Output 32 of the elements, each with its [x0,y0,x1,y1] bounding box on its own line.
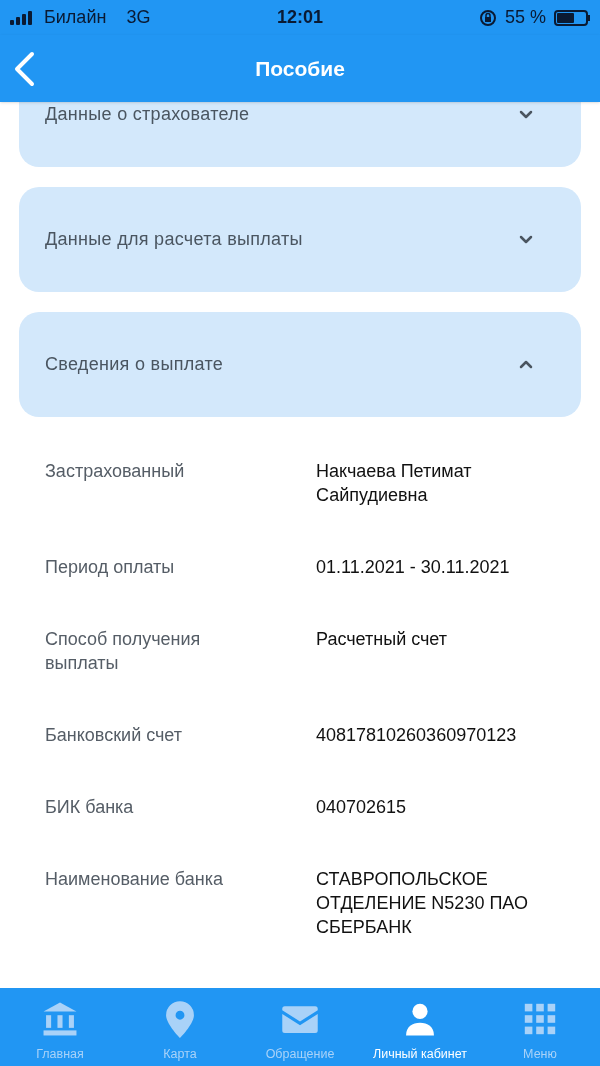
field-label: Застрахованный [45,460,186,483]
field-value: Накчаева Петимат Сайпудиевна [316,460,473,507]
field-value: 40817810260360970123 [316,724,518,747]
back-button[interactable] [12,51,36,87]
chevron-up-icon [519,360,533,369]
field-label: Способ получения выплаты [45,628,202,675]
network-type: 3G [126,6,151,29]
chevron-down-icon [519,110,533,119]
section-header[interactable]: Сведения о выплате [19,312,581,417]
field-label: Период оплаты [45,556,176,579]
section-header[interactable]: Данные для расчета выплаты [19,187,581,292]
tab-bar-item[interactable]: Обращение [240,1000,360,1064]
tab-bar-item[interactable]: Личный кабинет [360,1000,480,1064]
clock: 12:01 [277,6,324,29]
tab-bar-item[interactable]: Главная [0,1000,120,1064]
field-value: Расчетный счет [316,628,449,651]
screen-title: Пособие [255,55,345,82]
tab-bar-item[interactable]: Карта [120,1000,240,1064]
field-value: 01.11.2021 - 30.11.2021 [316,556,511,579]
carrier-name: Билайн [44,6,107,29]
chevron-down-icon [519,235,533,244]
field-label: БИК банка [45,796,135,819]
field-label: Банковский счет [45,724,184,747]
field-value: СТАВРОПОЛЬСКОЕ ОТДЕЛЕНИЕ N5230 ПАО СБЕРБАНК [316,868,529,939]
field-value: 040702615 [316,796,408,819]
bank-icon [41,1000,79,1038]
field-label: Наименование банка [45,868,224,891]
rotation-lock-icon [479,8,497,27]
section-header[interactable]: Данные о страхователе [19,102,581,167]
tab-bar-item[interactable]: Меню [480,1000,600,1064]
battery-icon [554,9,590,26]
battery-percent: 55 % [505,6,546,29]
